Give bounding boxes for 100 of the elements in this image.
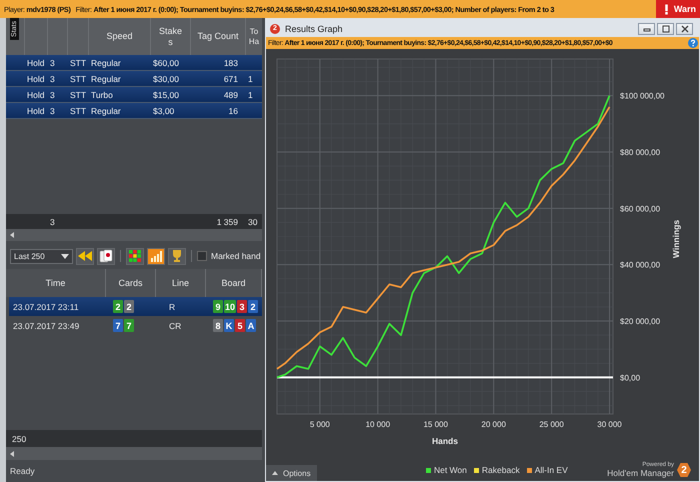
table-cell-text: Hold bbox=[26, 74, 46, 84]
x-tick-label: 25 000 bbox=[539, 420, 564, 429]
scroll-left-icon[interactable] bbox=[10, 450, 14, 456]
table-cell-text: 3 bbox=[49, 90, 56, 100]
x-tick-label: 15 000 bbox=[424, 420, 448, 429]
caret-icon bbox=[61, 254, 69, 258]
horizontal-scrollbar[interactable] bbox=[6, 229, 262, 241]
x-axis-title: Hands bbox=[432, 436, 458, 446]
y-tick-label: $40 000,00 bbox=[620, 260, 660, 270]
y-tick-label: $80 000,00 bbox=[620, 148, 660, 157]
stats-row[interactable]: Hold 3 STT Regular $60,00 183 bbox=[6, 55, 262, 71]
x-tick-label: 30 000 bbox=[597, 420, 622, 429]
table-cell-text: STT bbox=[69, 106, 88, 116]
range-dropdown[interactable]: Last 250 bbox=[10, 248, 73, 264]
table-cell-text: 1 bbox=[247, 90, 254, 100]
hand-count: 250 bbox=[12, 434, 26, 444]
card: 9 bbox=[213, 300, 223, 313]
grid-icon bbox=[129, 250, 141, 262]
x-tick-label: 5 000 bbox=[310, 420, 330, 429]
legend-label: Rakeback bbox=[482, 465, 520, 475]
total-cell-text: 3 bbox=[49, 216, 56, 226]
table-cell-text: Hold bbox=[26, 90, 46, 100]
card: 2 bbox=[124, 300, 134, 313]
legend-label: All-In EV bbox=[534, 465, 568, 475]
rewind-icon bbox=[78, 251, 92, 261]
marked-hands-checkbox[interactable]: Marked hand bbox=[197, 251, 261, 261]
maximize-icon bbox=[660, 24, 670, 32]
table-cell-text: Regular bbox=[90, 74, 122, 84]
help-icon[interactable] bbox=[688, 38, 698, 48]
brand-name: Hold'em Manager bbox=[607, 468, 674, 478]
checkbox-label: Marked hand bbox=[211, 251, 261, 261]
y-tick-label: $60 000,00 bbox=[620, 204, 660, 214]
stats-row[interactable]: Hold 3 STT Regular $3,00 16 bbox=[6, 103, 262, 119]
table-cell-text: 1 bbox=[247, 74, 254, 84]
legend-label: Net Won bbox=[434, 465, 467, 475]
grid-button[interactable] bbox=[126, 248, 144, 264]
table-cell-text: R bbox=[168, 302, 176, 312]
trophy-icon bbox=[171, 250, 183, 262]
options-button[interactable]: Options bbox=[266, 465, 317, 481]
table-cell-text: Regular bbox=[90, 106, 122, 116]
total-cell-text: 30 bbox=[247, 216, 258, 226]
table-cell-text: $30,00 bbox=[152, 74, 180, 84]
table-cell-text: Hold bbox=[26, 106, 46, 116]
card: 2 bbox=[248, 300, 258, 313]
cards-button[interactable] bbox=[97, 248, 115, 264]
table-cell-text: 3 bbox=[49, 74, 56, 84]
table-cell-text: $60,00 bbox=[152, 58, 180, 68]
table-cell-text: 489 bbox=[222, 90, 239, 100]
table-cell-text: Hold bbox=[26, 58, 46, 68]
stats-row[interactable]: Hold 3 STT Regular $30,00 671 1 bbox=[6, 71, 262, 87]
status-text: Ready bbox=[10, 466, 35, 476]
card: A bbox=[246, 319, 256, 332]
brand-logo: 2 bbox=[677, 463, 691, 477]
horizontal-scrollbar[interactable] bbox=[6, 447, 262, 460]
table-cell-text: STT bbox=[69, 90, 88, 100]
table-cell-text: 3 bbox=[49, 106, 56, 116]
x-tick-label: 20 000 bbox=[481, 420, 506, 429]
close-button[interactable] bbox=[676, 22, 693, 34]
table-cell-text: 16 bbox=[228, 106, 239, 116]
rewind-button[interactable] bbox=[76, 248, 94, 264]
caret-icon bbox=[272, 471, 278, 475]
window-title: Results Graph bbox=[285, 24, 344, 34]
table-cell-text: Turbo bbox=[90, 90, 114, 100]
y-tick-label: $20 000,00 bbox=[620, 317, 660, 326]
card: 2 bbox=[113, 300, 123, 313]
hand-row[interactable]: 23.07.2017 23:11 2 2 R 9 10 3 2 bbox=[9, 297, 262, 316]
y-tick-label: $100 000,00 bbox=[620, 92, 664, 101]
y-tick-label: $0,00 bbox=[620, 373, 640, 382]
card: 7 bbox=[113, 319, 123, 332]
close-icon bbox=[680, 24, 690, 32]
total-cell-text: 1 359 bbox=[216, 216, 239, 226]
table-cell-text: Regular bbox=[90, 58, 122, 68]
table-cell-text: 183 bbox=[222, 58, 239, 68]
hand-row[interactable]: 23.07.2017 23:49 7 7 CR 8 K 5 A bbox=[9, 316, 262, 335]
minimize-button[interactable] bbox=[638, 22, 655, 34]
table-cell-text: 23.07.2017 23:49 bbox=[12, 320, 80, 330]
warning-icon bbox=[664, 4, 669, 14]
card: K bbox=[224, 319, 234, 332]
table-cell-text: $3,00 bbox=[152, 106, 176, 116]
table-cell-text: 671 bbox=[222, 74, 239, 84]
card: 10 bbox=[224, 300, 236, 313]
table-cell-text: CR bbox=[168, 320, 182, 330]
maximize-button[interactable] bbox=[657, 22, 674, 34]
stats-row[interactable]: Hold 3 STT Turbo $15,00 489 1 bbox=[6, 87, 262, 103]
bar-chart-icon bbox=[150, 250, 162, 262]
cards-icon bbox=[99, 249, 113, 263]
warning-button[interactable]: Warn bbox=[656, 0, 700, 18]
scroll-left-icon[interactable] bbox=[10, 232, 14, 238]
table-cell-text: $15,00 bbox=[152, 90, 180, 100]
y-axis-title: Winnings bbox=[671, 220, 681, 258]
trophy-button[interactable] bbox=[168, 248, 186, 264]
card: 5 bbox=[235, 319, 245, 332]
table-cell-text: STT bbox=[69, 58, 88, 68]
table-cell-text: STT bbox=[69, 74, 88, 84]
table-cell-text: 3 bbox=[49, 58, 56, 68]
card: 7 bbox=[124, 319, 134, 332]
x-tick-label: 10 000 bbox=[366, 420, 390, 429]
card: 3 bbox=[237, 300, 248, 313]
chart-button[interactable] bbox=[147, 248, 165, 264]
card: 8 bbox=[213, 319, 223, 332]
